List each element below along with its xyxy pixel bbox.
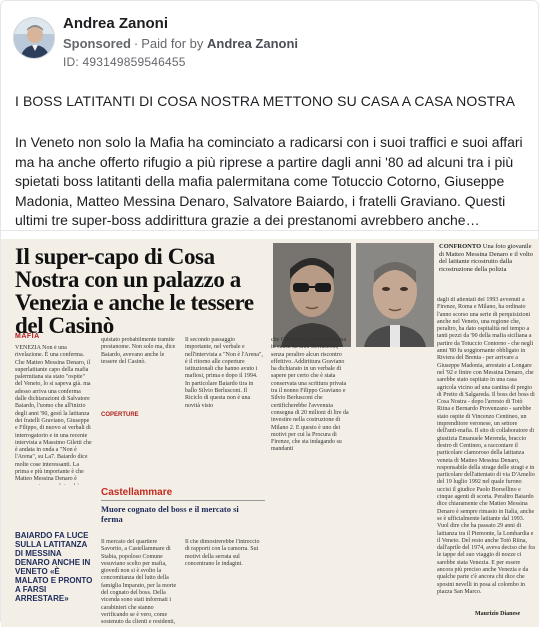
sidebar-rule xyxy=(101,500,265,501)
divider xyxy=(1,230,539,231)
ad-id: ID: 493149859546455 xyxy=(63,55,186,69)
section-tag: MAFIA xyxy=(15,333,40,340)
article-column-3: Il secondo passaggio importante, nel ver… xyxy=(185,337,263,409)
article-columns: MAFIA VENEZIA Non è una rivelazione. È u… xyxy=(15,333,435,625)
pull-quote: BAIARDO FA LUCE SULLA LATITANZA DI MESSI… xyxy=(15,531,93,603)
photo-caption: CONFRONTO Una foto giovanile di Matteo M… xyxy=(439,243,537,273)
newspaper-clipping-image[interactable]: Il super-capo di Cosa Nostra con un pala… xyxy=(1,239,539,627)
article-byline: Maurizio Dianese xyxy=(475,611,521,617)
paid-for-name[interactable]: Andrea Zanoni xyxy=(207,36,298,51)
article-column-2: quistato probabilmente tramite prestanom… xyxy=(101,337,176,365)
post-header: Andrea Zanoni Sponsored · Paid for by Andr… xyxy=(11,11,531,69)
article-column-4: che Giuseppe Graviano chiama in causa da… xyxy=(271,337,349,453)
paid-for-prefix: Paid for by xyxy=(141,36,204,51)
post-body-text: In Veneto non solo la Mafia ha cominciat… xyxy=(15,134,523,229)
post-title: I BOSS LATITANTI DI COSA NOSTRA METTONO … xyxy=(15,93,516,109)
subheading-coperture: COPERTURE xyxy=(101,412,139,418)
caption-label: CONFRONTO xyxy=(439,243,482,250)
article-column-1: VENEZIA Non è una rivelazione. È una con… xyxy=(15,345,92,485)
post-author-name[interactable]: Andrea Zanoni xyxy=(63,15,168,32)
photo-aged-reconstruction xyxy=(356,243,434,347)
separator-dot: · xyxy=(133,36,139,51)
sidebar-column-1: Il mercato del quartiere Savorito, a Cas… xyxy=(101,539,177,625)
article-headline: Il super-capo di Cosa Nostra con un pala… xyxy=(15,244,254,338)
sponsored-label: Sponsored xyxy=(63,36,131,51)
avatar-photo-icon xyxy=(14,18,54,58)
sponsored-post-card: Andrea Zanoni Sponsored · Paid for by Andr… xyxy=(0,0,539,627)
article-column-right: dagli di attentati del 1993 avvenuti a F… xyxy=(437,297,535,595)
photo-young-portrait xyxy=(273,243,351,347)
sidebar-column-2: Il che dimostrerebbe l'intreccio di rapp… xyxy=(185,539,260,567)
sidebar-tag: Castellammare xyxy=(101,487,173,498)
sidebar-headline: Muore cognato del boss e il mercato si f… xyxy=(101,504,239,524)
sponsored-line: Sponsored · Paid for by Andrea Zanoni xyxy=(63,36,298,51)
avatar[interactable] xyxy=(13,17,55,59)
